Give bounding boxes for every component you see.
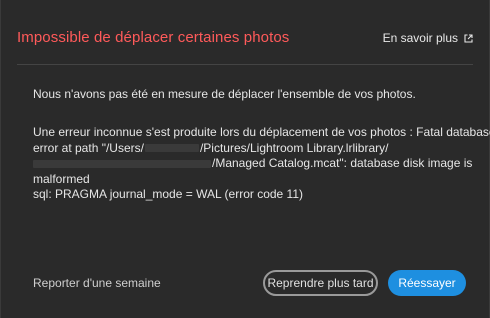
- redacted-path: [33, 159, 211, 168]
- message-summary: Nous n'avons pas été en mesure de déplac…: [33, 87, 416, 101]
- error-line-2-prefix: error at path "/Users/: [33, 140, 144, 155]
- error-line-4: malformed: [33, 171, 90, 186]
- external-link-icon: [464, 33, 473, 43]
- learn-more-label: En savoir plus: [382, 31, 458, 45]
- error-dialog: Impossible de déplacer certaines photos …: [0, 0, 490, 318]
- error-line-5: sql: PRAGMA journal_mode = WAL (error co…: [33, 187, 303, 201]
- dialog-title: Impossible de déplacer certaines photos: [17, 29, 290, 46]
- error-line-2: error at path "/Users/ /Pictures/Lightroo…: [33, 141, 477, 157]
- error-line-1: Une erreur inconnue s'est produite lors …: [33, 125, 490, 139]
- error-line-2-suffix: /Pictures/Lightroom Library.lrlibrary/: [199, 140, 389, 155]
- redacted-username: [144, 144, 199, 153]
- resume-later-button[interactable]: Reprendre plus tard: [263, 270, 378, 296]
- error-details: Une erreur inconnue s'est produite lors …: [33, 125, 490, 203]
- error-line-3: /Managed Catalog.mcat": database disk im…: [33, 156, 477, 172]
- retry-button[interactable]: Réessayer: [388, 270, 466, 296]
- learn-more-link[interactable]: En savoir plus: [383, 31, 473, 45]
- error-line-3-suffix: /Managed Catalog.mcat": database disk im…: [212, 156, 473, 170]
- postpone-week-link[interactable]: Reporter d'une semaine: [33, 276, 161, 290]
